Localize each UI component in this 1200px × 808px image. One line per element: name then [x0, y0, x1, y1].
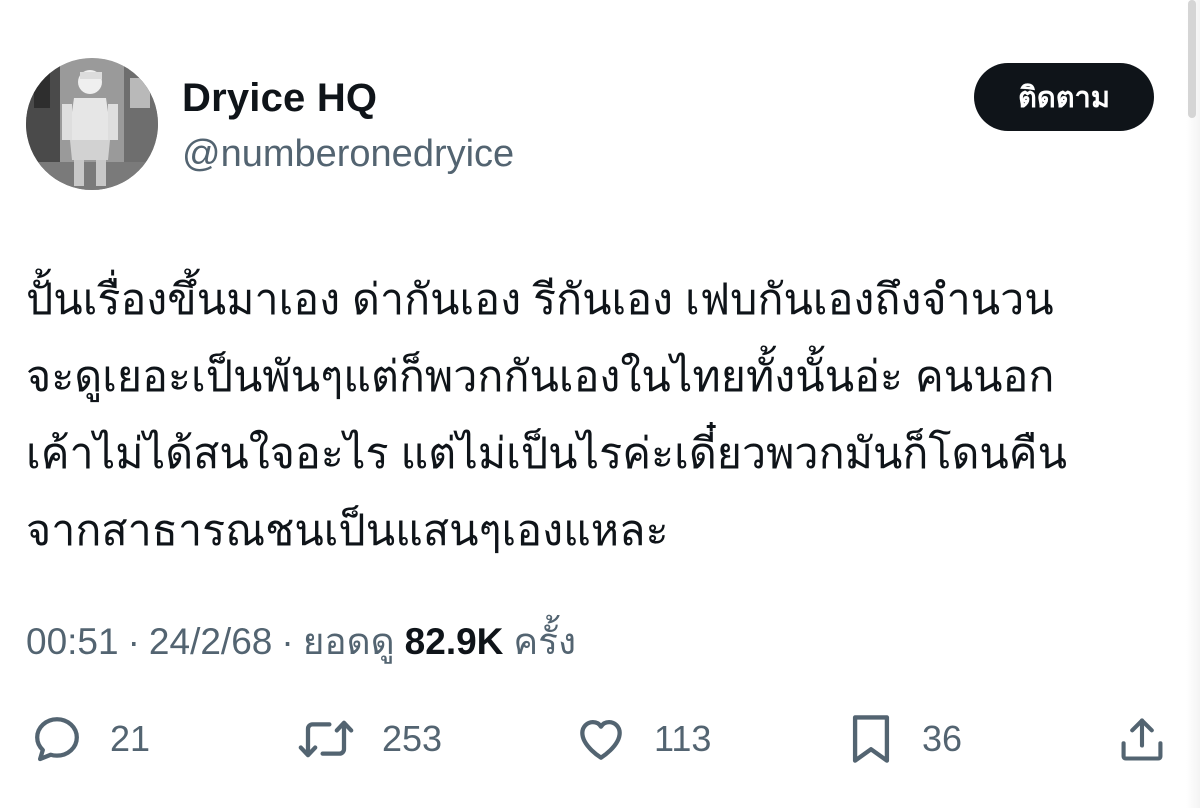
reply-button[interactable]: 21	[30, 706, 150, 772]
tweet-text-line: จะดูเยอะเป็นพันๆแต่ก็พวกกันเองในไทยทั้งน…	[26, 353, 1055, 401]
tweet-text-line: จากสาธารณชนเป็นแสนๆเองแหละ	[26, 507, 669, 555]
reply-icon	[35, 717, 79, 762]
avatar-photo	[26, 58, 158, 190]
meta-separator: ·	[127, 620, 140, 662]
post-time[interactable]: 00:51	[26, 621, 119, 663]
tweet-header: Dryice HQ @numberonedryice ติดตาม	[26, 58, 1156, 192]
user-handle[interactable]: @numberonedryice	[182, 133, 514, 176]
tweet-text-line: เค้าไม่ได้สนใจอะไร แต่ไม่เป็นไรค่ะเดี๋ยว…	[26, 430, 1067, 478]
bookmark-button[interactable]: 36	[846, 706, 962, 772]
reply-count: 21	[110, 718, 151, 759]
action-bar: 21 253 113 36	[0, 706, 1200, 776]
meta-separator: ·	[281, 620, 294, 662]
repost-icon	[298, 720, 354, 758]
tweet-meta: 00:51 · 24/2/68 · ยอดดู 82.9K ครั้ง	[26, 612, 576, 671]
tweet-text: ปั้นเรื่องขึ้นมาเอง ด่ากันเอง รีกันเอง เ…	[26, 262, 1176, 570]
heart-icon	[580, 719, 622, 760]
scrollbar-track[interactable]	[1186, 0, 1200, 808]
views-suffix: ครั้ง	[513, 621, 577, 662]
share-icon	[1121, 718, 1163, 761]
views-count[interactable]: 82.9K	[405, 621, 504, 663]
display-name[interactable]: Dryice HQ	[182, 76, 377, 121]
like-count: 113	[654, 718, 712, 759]
follow-button[interactable]: ติดตาม	[974, 63, 1154, 131]
bookmark-icon	[852, 715, 890, 763]
scrollbar-thumb[interactable]	[1188, 0, 1196, 118]
repost-count: 253	[382, 718, 443, 759]
post-date[interactable]: 24/2/68	[149, 621, 272, 663]
share-button[interactable]	[1116, 706, 1168, 772]
like-button[interactable]: 113	[574, 706, 711, 772]
avatar[interactable]	[26, 58, 158, 190]
bookmark-count: 36	[922, 718, 963, 759]
repost-button[interactable]: 253	[296, 706, 442, 772]
views-label: ยอดดู	[302, 621, 395, 662]
tweet-text-line: ปั้นเรื่องขึ้นมาเอง ด่ากันเอง รีกันเอง เ…	[26, 276, 1054, 324]
